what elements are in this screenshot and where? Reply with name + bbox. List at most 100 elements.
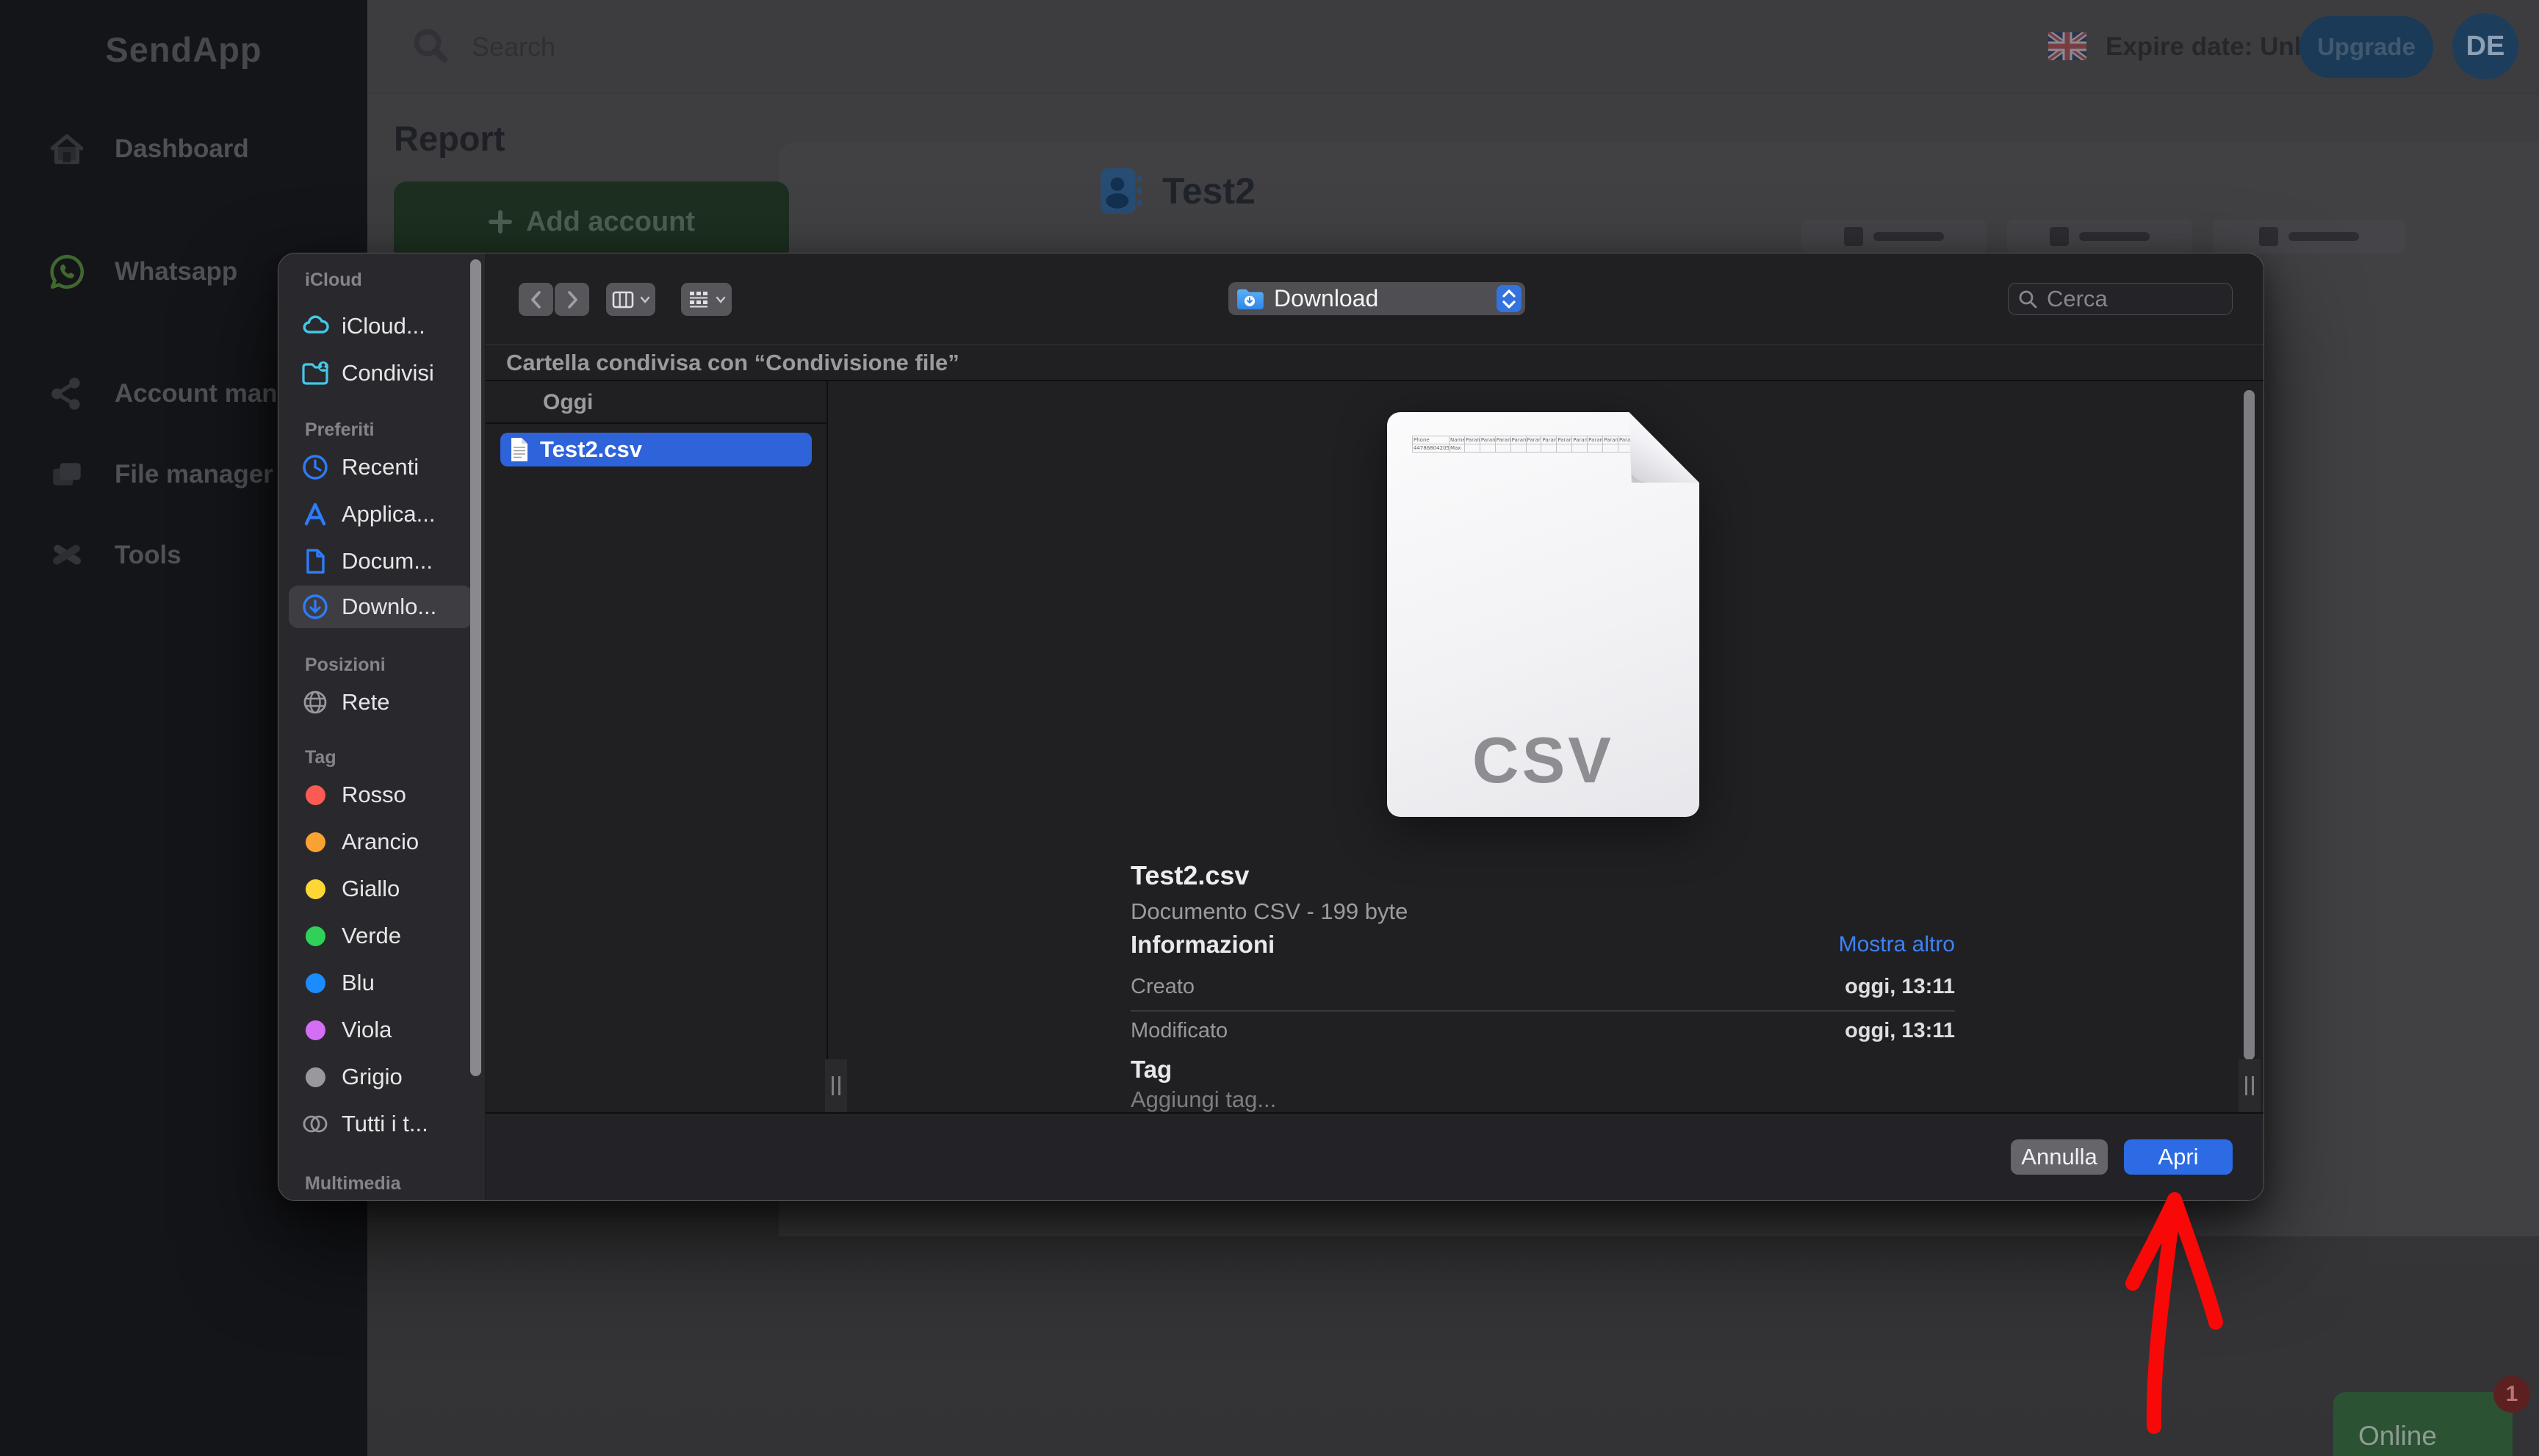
sidebar-item-label: Arancio [342,829,419,854]
group-view-button[interactable] [681,283,732,316]
sidebar-item-label: Viola [342,1017,392,1042]
search-icon [414,29,448,63]
sidebar-item-icloud[interactable]: iCloud... [289,305,472,347]
chevron-down-icon [716,296,725,303]
group-header: Oggi [543,390,594,414]
file-row-selected[interactable]: Test2.csv [500,433,812,466]
column-resize-handle[interactable] [2239,1059,2261,1112]
uk-flag-icon[interactable] [2048,32,2086,60]
page-title: Report [394,119,505,158]
stepper-icon[interactable] [1497,285,1521,312]
group-view-icon [689,291,707,307]
sidebar-item-tag-blu[interactable]: Blu [289,962,472,1004]
sidebar-item-tools[interactable]: Tools [47,535,181,576]
chevron-right-icon [567,290,577,309]
search-input[interactable] [470,0,911,93]
modified-label: Modificato [1131,1019,1228,1042]
sidebar-item-label: Condivisi [342,360,434,386]
sidebar-item-label: Verde [342,923,402,948]
show-more-link[interactable]: Mostra altro [1839,932,1955,957]
app-logo: SendApp [105,30,262,69]
sidebar-item-dashboard[interactable]: Dashboard [47,129,249,170]
sidebar-section-title: iCloud [305,270,362,290]
file-open-dialog: iCloud iCloud... Condivisi Preferiti Rec… [278,253,2264,1201]
screen: Test2 Report Add account Online 1 SendAp… [0,0,2539,1456]
sidebar-item-tutti-i-tag[interactable]: Tutti i t... [289,1103,472,1145]
tag-dot-purple [305,1020,325,1040]
import-icon [1844,227,1863,246]
add-tag-field[interactable]: Aggiungi tag... [1131,1086,1276,1112]
divider [1131,1010,1955,1012]
column-view-icon [612,291,633,308]
tag-dot-green [305,926,325,946]
avatar[interactable]: DE [2452,13,2518,79]
sidebar-item-label: Recenti [342,454,419,480]
shared-folder-icon [300,358,330,388]
column-view-button[interactable] [606,283,655,316]
shared-folder-banner: Cartella condivisa con “Condivisione fil… [486,345,2264,381]
sidebar-scrollbar[interactable] [470,259,481,1076]
modal-title: Test2 [1162,170,1256,212]
location-dropdown[interactable]: Download [1228,282,1525,315]
globe-icon [300,688,330,717]
sidebar-item-label: Tutti i t... [342,1111,428,1136]
chevron-down-icon [640,296,649,303]
contact-book-icon [1101,168,1142,214]
sidebar-item-tag-viola[interactable]: Viola [289,1009,472,1051]
red-arrow-annotation [2125,1192,2223,1434]
preview-pane: Phone Name Param1 Param2 Param3 Param4 P… [828,381,2264,1112]
created-value: oggi, 13:11 [1845,975,1955,998]
preview-file-desc: Documento CSV - 199 byte [1131,898,1408,924]
sidebar-item-condivisi[interactable]: Condivisi [289,352,472,394]
upgrade-button[interactable]: Upgrade [2299,16,2433,78]
tag-section-title: Tag [1131,1056,1173,1083]
share-icon [51,378,80,410]
preview-file-name: Test2.csv [1131,860,1250,890]
dialog-search-field[interactable] [2008,283,2233,315]
chevron-left-icon [530,290,541,309]
sidebar-section-title: Preferiti [305,419,375,440]
all-tags-icon [300,1109,330,1139]
sidebar-item-label: Rete [342,689,390,715]
sidebar-item-rete[interactable]: Rete [289,681,472,724]
sidebar-item-label: Applica... [342,501,436,527]
sidebar-item-label: Dashboard [115,134,249,163]
sidebar-item-whatsapp[interactable]: Whatsapp [47,251,237,292]
open-button[interactable]: Apri [2124,1139,2233,1175]
background-toolbar-button[interactable] [1801,220,1987,253]
sidebar-item-documenti[interactable]: Docum... [289,540,472,583]
csv-preview-icon: Phone Name Param1 Param2 Param3 Param4 P… [1387,412,1699,817]
edit-icon [2259,227,2278,246]
sidebar-item-tag-arancio[interactable]: Arancio [289,821,472,863]
clock-icon [300,453,330,482]
file-name: Test2.csv [540,436,643,462]
add-account-label: Add account [525,206,696,237]
sidebar-item-file-manager[interactable]: File manager [47,454,273,495]
sidebar-item-recenti[interactable]: Recenti [289,446,472,489]
tag-dot-red [305,785,325,805]
preview-scrollbar[interactable] [2244,390,2255,1060]
sidebar-item-tag-verde[interactable]: Verde [289,915,472,957]
cloud-icon [300,311,330,341]
folder-download-icon [1237,289,1264,309]
sidebar-item-tag-giallo[interactable]: Giallo [289,868,472,910]
files-icon [53,463,81,486]
file-browser: Oggi Test2.csv Phone Name Para Para Para… [486,381,2264,1112]
page-fold [1629,412,1699,483]
cancel-button[interactable]: Annulla [2011,1139,2108,1175]
sidebar-item-download[interactable]: Downlo... [289,585,472,628]
column-resize-handle[interactable] [825,1059,847,1112]
sidebar-item-tag-rosso[interactable]: Rosso [289,774,472,816]
background-toolbar-button[interactable] [2213,220,2405,253]
online-status-badge[interactable]: Online [2333,1392,2513,1456]
forward-button[interactable] [555,283,589,316]
back-button[interactable] [519,283,553,316]
tag-dot-gray [305,1067,325,1087]
add-account-button[interactable]: Add account [394,181,789,262]
dialog-search-input[interactable] [2045,285,2214,313]
sidebar-item-applicazioni[interactable]: Applica... [289,493,472,536]
sidebar-item-tag-grigio[interactable]: Grigio [289,1056,472,1098]
sidebar-item-label: Downlo... [342,594,437,619]
location-label: Download [1274,285,1379,311]
background-toolbar-button[interactable] [2007,220,2192,253]
